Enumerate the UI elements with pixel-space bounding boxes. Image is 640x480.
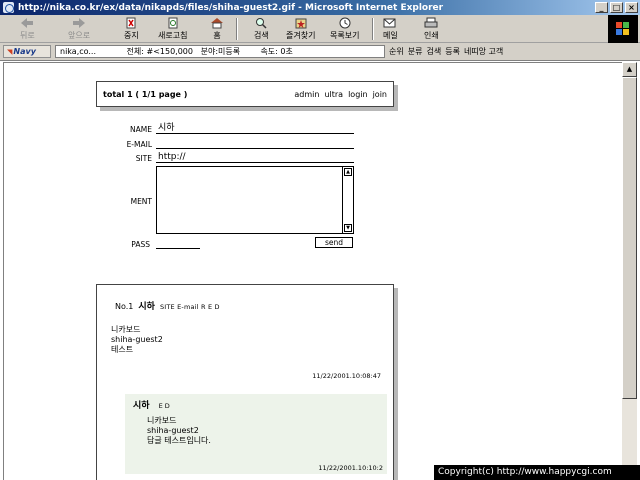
post-line: 테스트: [111, 345, 134, 354]
navy-link-register[interactable]: 등록: [445, 46, 460, 57]
board-total: total 1 ( 1/1 page ): [103, 90, 188, 99]
pass-field[interactable]: [156, 238, 200, 249]
navy-link-category[interactable]: 분류: [408, 46, 423, 57]
forward-arrow-icon: [73, 18, 86, 28]
mail-button[interactable]: 메일: [383, 17, 398, 41]
minimize-button[interactable]: _: [595, 2, 608, 13]
windows-flag-icon: [616, 22, 629, 35]
reply-line: 니카보드: [147, 416, 177, 425]
close-button[interactable]: ×: [625, 2, 638, 13]
ment-textarea[interactable]: ▲ ▼: [156, 166, 354, 234]
ie-icon: [3, 2, 14, 13]
windows-logo: [608, 15, 638, 43]
admin-link[interactable]: admin: [294, 90, 319, 99]
post-body: 니카보드 shiha-guest2 테스트: [111, 325, 163, 355]
toolbar-separator: [236, 18, 238, 40]
favorites-icon: [295, 18, 307, 29]
post-meta: No.1 시하 SITE E-mail R E D: [115, 299, 220, 312]
email-field[interactable]: [156, 138, 354, 149]
history-icon: [339, 17, 351, 29]
send-button[interactable]: send: [315, 237, 353, 248]
copyright-banner: Copyright(c) http://www.happycgi.com: [434, 465, 640, 480]
window-title: http://nika.co.kr/ex/data/nikapds/files/…: [18, 2, 444, 13]
page-scrollbar[interactable]: ▲: [622, 62, 637, 480]
site-field[interactable]: http://: [156, 152, 354, 163]
post-line: shiha-guest2: [111, 335, 163, 344]
navy-link-netian[interactable]: 네띠앙 고객: [464, 46, 503, 57]
reply-line: shiha-guest2: [147, 426, 199, 435]
login-link[interactable]: login: [348, 90, 368, 99]
maximize-button[interactable]: □: [610, 2, 623, 13]
navy-search-bar: Navy nika,co... 전체: #<150,000 분야:미등록 속도:…: [0, 43, 640, 61]
reply-meta: 시하 E D: [133, 398, 170, 411]
printer-icon: [424, 17, 438, 28]
post-actions[interactable]: SITE E-mail R E D: [160, 303, 220, 311]
reply-actions[interactable]: E D: [159, 402, 170, 410]
post-number: No.1: [115, 302, 134, 311]
print-button[interactable]: 인쇄: [424, 17, 439, 41]
reply-line: 답글 테스트입니다.: [147, 436, 211, 445]
reply-body: 니카보드 shiha-guest2 답글 테스트입니다.: [147, 416, 211, 446]
ment-scrollbar[interactable]: ▲ ▼: [342, 167, 353, 233]
scroll-up-icon[interactable]: ▲: [622, 62, 637, 77]
home-button[interactable]: 홈: [210, 17, 224, 41]
name-label: NAME: [130, 125, 152, 134]
scroll-thumb[interactable]: [622, 77, 637, 399]
reply-date: 11/22/2001.10:10:2: [318, 464, 383, 472]
email-label: E-MAIL: [126, 140, 152, 149]
navy-links: 순위 분류 검색 등록 네띠앙 고객: [389, 46, 503, 57]
back-arrow-icon: [21, 18, 34, 28]
pass-label: PASS: [131, 240, 150, 249]
refresh-button[interactable]: 새로고침: [158, 17, 187, 41]
post-item: No.1 시하 SITE E-mail R E D 니카보드 shiha-gue…: [96, 284, 394, 480]
search-button[interactable]: 검색: [254, 17, 269, 41]
site-label: SITE: [135, 154, 152, 163]
name-field[interactable]: 시하: [156, 123, 354, 134]
refresh-icon: [168, 17, 178, 29]
page-viewport: total 1 ( 1/1 page ) admin ultra login j…: [3, 62, 622, 480]
stop-button[interactable]: 중지: [124, 17, 139, 41]
post-author: 시하: [138, 302, 155, 312]
address-field[interactable]: nika,co... 전체: #<150,000 분야:미등록 속도: 0초: [55, 45, 385, 58]
search-icon: [256, 18, 267, 29]
scroll-down-icon[interactable]: ▼: [344, 224, 352, 232]
post-date: 11/22/2001.10:08:47: [312, 372, 381, 380]
ultra-link[interactable]: ultra: [324, 90, 343, 99]
mail-icon: [383, 18, 396, 28]
stop-icon: [126, 17, 136, 29]
back-button[interactable]: 뒤로: [20, 17, 35, 41]
browser-toolbar: 뒤로 앞으로 중지 새로고침 홈 검색 즐겨찾기 목록보기 메일 인쇄: [0, 15, 640, 43]
home-icon: [211, 18, 223, 29]
join-link[interactable]: join: [373, 90, 387, 99]
post-line: 니카보드: [111, 325, 141, 334]
ment-label: MENT: [130, 197, 152, 206]
reply-item: 시하 E D 니카보드 shiha-guest2 답글 테스트입니다. 11/2…: [125, 394, 387, 474]
scroll-up-icon[interactable]: ▲: [344, 168, 352, 176]
favorites-button[interactable]: 즐겨찾기: [286, 17, 315, 41]
board-header: total 1 ( 1/1 page ) admin ultra login j…: [96, 81, 394, 107]
navy-link-search[interactable]: 검색: [426, 46, 441, 57]
history-button[interactable]: 목록보기: [330, 17, 359, 41]
forward-button[interactable]: 앞으로: [68, 17, 90, 41]
reply-author: 시하: [133, 401, 150, 411]
navy-link-rank[interactable]: 순위: [389, 46, 404, 57]
window-title-bar[interactable]: http://nika.co.kr/ex/data/nikapds/files/…: [0, 0, 640, 15]
toolbar-separator: [372, 18, 374, 40]
navy-logo-button[interactable]: Navy: [3, 45, 51, 58]
